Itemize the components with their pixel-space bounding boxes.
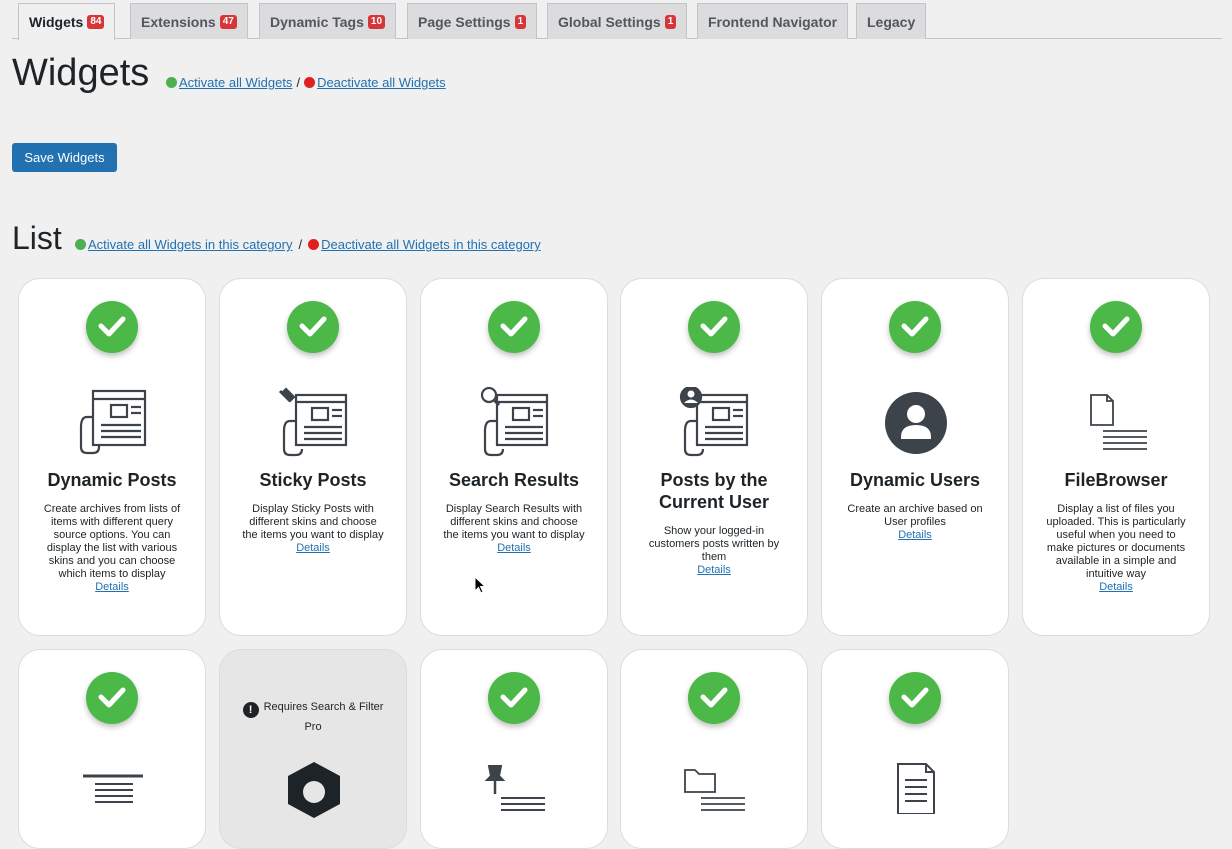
tab-label: Legacy xyxy=(867,13,916,30)
inactive-dot-icon xyxy=(304,77,316,88)
sticky-posts-icon xyxy=(276,387,352,457)
tab-count-badge: 47 xyxy=(219,14,237,29)
widget-card-dynamic-posts[interactable]: Dynamic Posts Create archives from lists… xyxy=(18,278,206,636)
widget-card-filebrowser[interactable]: FileBrowser Display a list of files you … xyxy=(1022,278,1210,636)
file-list-icon xyxy=(1079,387,1155,457)
details-link[interactable]: Details xyxy=(41,581,183,594)
widget-title: Search Results xyxy=(448,470,580,490)
category-title: List xyxy=(12,220,62,256)
tab-count-badge: 10 xyxy=(367,14,386,29)
activate-category-link[interactable]: Activate all Widgets in this category xyxy=(88,237,292,252)
widget-description: Create an archive based on User profiles… xyxy=(844,503,986,542)
tab-dynamic-tags[interactable]: Dynamic Tags 10 xyxy=(259,3,397,39)
tab-count-badge: 1 xyxy=(514,14,527,29)
deactivate-all-link[interactable]: Deactivate all Widgets xyxy=(317,75,446,90)
activate-all-link[interactable]: Activate all Widgets xyxy=(179,75,292,90)
widget-description: Display Sticky Posts with different skin… xyxy=(242,503,384,555)
tab-frontend-navigator[interactable]: Frontend Navigator xyxy=(697,3,849,39)
user-profile-icon xyxy=(878,387,954,457)
category-bulk-actions: Activate all Widgets in this category / … xyxy=(75,237,541,252)
widget-title: Sticky Posts xyxy=(259,470,367,490)
details-link[interactable]: Details xyxy=(443,542,585,555)
tab-label: Widgets xyxy=(29,14,84,30)
inactive-dot-icon xyxy=(308,239,320,250)
details-link[interactable]: Details xyxy=(1045,581,1187,594)
tab-widgets[interactable]: Widgets 84 xyxy=(18,3,116,40)
tab-extensions[interactable]: Extensions 47 xyxy=(130,3,248,39)
widget-card-disabled[interactable]: ! Requires Search & Filter Pro xyxy=(219,649,407,849)
tab-label: Dynamic Tags xyxy=(270,13,364,30)
widget-title: Dynamic Posts xyxy=(47,470,177,490)
details-link[interactable]: Details xyxy=(844,529,986,542)
widget-card-dynamic-users[interactable]: Dynamic Users Create an archive based on… xyxy=(821,278,1009,636)
active-check-icon[interactable] xyxy=(688,672,740,724)
separator: / xyxy=(296,75,301,90)
tab-label: Global Settings xyxy=(558,13,661,30)
text-lines-icon xyxy=(75,768,151,838)
active-check-icon[interactable] xyxy=(488,672,540,724)
deactivate-category-link[interactable]: Deactivate all Widgets in this category xyxy=(321,237,541,252)
posts-archive-icon xyxy=(75,387,151,457)
widget-description: Display Search Results with different sk… xyxy=(443,503,585,555)
tab-label: Frontend Navigator xyxy=(708,13,838,30)
widget-card-sticky-posts[interactable]: Sticky Posts Display Sticky Posts with d… xyxy=(219,278,407,636)
active-check-icon[interactable] xyxy=(688,301,740,353)
page-title: Widgets xyxy=(12,52,150,94)
widget-card[interactable] xyxy=(821,649,1009,849)
separator: / xyxy=(298,237,303,252)
active-check-icon[interactable] xyxy=(287,301,339,353)
widget-title: Dynamic Users xyxy=(849,470,981,490)
hexagon-nut-icon xyxy=(276,760,352,830)
tab-legacy[interactable]: Legacy xyxy=(856,3,927,39)
widget-title: Posts by the Current User xyxy=(658,470,770,512)
widget-card[interactable] xyxy=(18,649,206,849)
details-link[interactable]: Details xyxy=(643,564,785,577)
tab-label: Page Settings xyxy=(418,13,511,30)
alert-icon: ! xyxy=(242,702,259,718)
widget-card[interactable] xyxy=(620,649,808,849)
tab-count-badge: 1 xyxy=(664,14,677,29)
active-dot-icon xyxy=(75,239,86,250)
active-check-icon[interactable] xyxy=(488,301,540,353)
active-check-icon[interactable] xyxy=(889,672,941,724)
active-check-icon[interactable] xyxy=(86,301,138,353)
requirement-notice: ! Requires Search & Filter Pro xyxy=(234,698,392,737)
tab-bar: Widgets 84 Extensions 47 Dynamic Tags 10 Pa… xyxy=(12,0,1222,40)
tab-page-settings[interactable]: Page Settings 1 xyxy=(407,3,538,39)
active-check-icon[interactable] xyxy=(86,672,138,724)
save-widgets-button[interactable]: Save Widgets xyxy=(12,143,117,172)
pin-list-icon xyxy=(477,764,553,834)
tab-global-settings[interactable]: Global Settings 1 xyxy=(547,3,688,39)
tab-label: Extensions xyxy=(141,13,216,30)
widget-card[interactable] xyxy=(420,649,608,849)
search-results-icon xyxy=(477,386,553,457)
widget-card-search-results[interactable]: Search Results Display Search Results wi… xyxy=(420,278,608,636)
mouse-cursor-icon xyxy=(474,575,487,599)
document-icon xyxy=(878,762,954,832)
active-check-icon[interactable] xyxy=(889,301,941,353)
widget-description: Create archives from lists of items with… xyxy=(41,503,183,594)
user-posts-icon xyxy=(677,385,753,457)
active-check-icon[interactable] xyxy=(1090,301,1142,353)
bulk-actions: Activate all Widgets / Deactivate all Wi… xyxy=(166,75,446,90)
folder-list-icon xyxy=(677,766,753,836)
widget-description: Display a list of files you uploaded. Th… xyxy=(1045,503,1187,594)
active-dot-icon xyxy=(166,77,177,88)
widget-description: Show your logged-in customers posts writ… xyxy=(643,525,785,577)
tab-count-badge: 84 xyxy=(87,15,105,29)
widget-title: FileBrowser xyxy=(1064,470,1168,490)
widget-card-posts-by-current-user[interactable]: Posts by the Current User Show your logg… xyxy=(620,278,808,636)
details-link[interactable]: Details xyxy=(242,542,384,555)
